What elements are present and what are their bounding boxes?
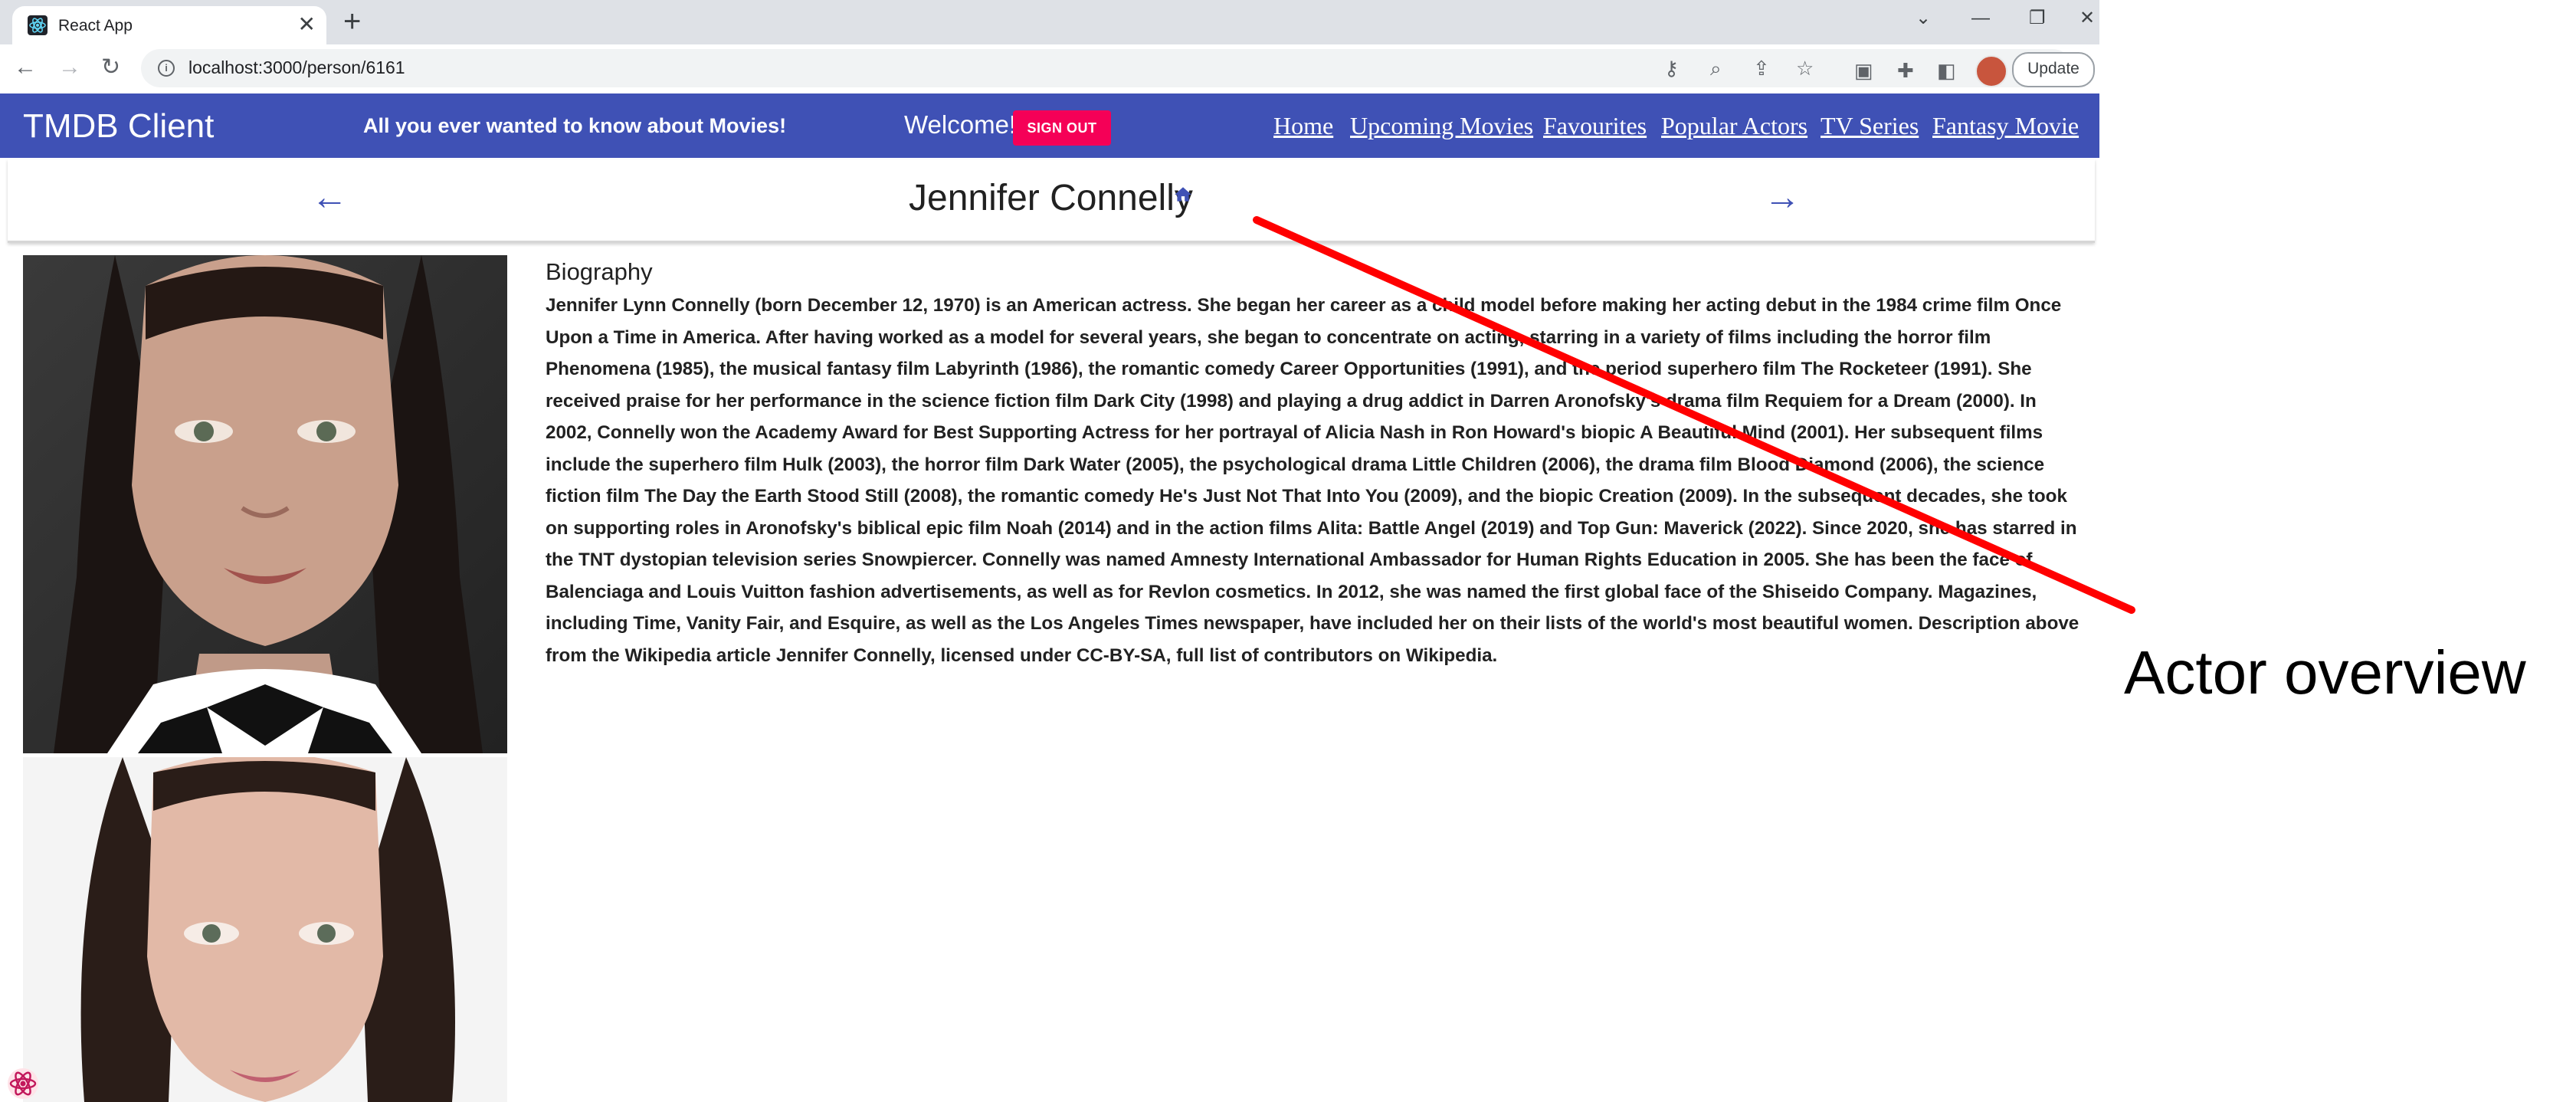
restore-button[interactable]: ❐ <box>2029 6 2046 31</box>
url-text[interactable]: localhost:3000/person/6161 <box>188 57 405 78</box>
sign-out-button[interactable]: SIGN OUT <box>1013 110 1111 146</box>
zoom-icon[interactable]: ⌕ <box>1710 57 1722 80</box>
nav-link-upcoming-movies[interactable]: Upcoming Movies <box>1350 112 1533 140</box>
tagline: All you ever wanted to know about Movies… <box>363 114 787 137</box>
biography-text: Jennifer Lynn Connelly (born December 12… <box>546 295 2079 666</box>
bookmark-star-icon[interactable]: ☆ <box>1796 57 1814 80</box>
tab-close-icon[interactable]: ✕ <box>298 13 316 36</box>
browser-tab[interactable]: React App ✕ <box>12 6 326 44</box>
annotation-label: Actor overview <box>2124 638 2526 707</box>
update-button[interactable]: Update <box>2012 52 2095 87</box>
previous-arrow-icon[interactable]: ← <box>311 176 348 219</box>
nav-link-popular-actors[interactable]: Popular Actors <box>1661 112 1807 140</box>
welcome-text: Welcome! <box>904 110 1017 139</box>
tab-title: React App <box>58 17 133 34</box>
next-arrow-icon[interactable]: → <box>1764 176 1801 219</box>
nav-link-tv-series[interactable]: TV Series <box>1821 112 1919 140</box>
address-bar[interactable]: i localhost:3000/person/6161 ⚷ ⌕ ⇪ ☆ <box>141 49 2072 87</box>
site-info-icon[interactable]: i <box>158 60 175 77</box>
minimize-button[interactable]: — <box>1971 6 1990 31</box>
extension-icon[interactable]: ▣ <box>1854 60 1873 81</box>
profile-avatar[interactable] <box>1975 55 2007 87</box>
forward-icon[interactable]: → <box>58 54 81 81</box>
close-window-button[interactable]: ✕ <box>2079 6 2095 31</box>
nav-link-favourites[interactable]: Favourites <box>1543 112 1647 140</box>
actor-secondary-image <box>23 757 507 1102</box>
person-header: ← Jennifer Connelly → <box>8 159 2095 243</box>
side-panel-icon[interactable]: ◧ <box>1937 60 1956 81</box>
app-header: TMDB Client All you ever wanted to know … <box>0 93 2099 158</box>
reload-icon[interactable]: ↻ <box>101 54 120 81</box>
browser-tab-strip: React App ✕ + ⌄ — ❐ ✕ <box>0 0 2099 44</box>
react-devtools-icon[interactable] <box>6 1067 40 1100</box>
react-favicon-icon <box>28 15 48 35</box>
browser-toolbar: ← → ↻ i localhost:3000/person/6161 ⚷ ⌕ ⇪… <box>0 44 2099 94</box>
tab-search-icon[interactable]: ⌄ <box>1916 6 1931 31</box>
share-icon[interactable]: ⇪ <box>1753 57 1770 80</box>
home-icon[interactable] <box>1173 185 1193 205</box>
new-tab-button[interactable]: + <box>343 3 361 40</box>
nav-link-fantasy-movie[interactable]: Fantasy Movie <box>1932 112 2079 140</box>
puzzle-icon[interactable]: ✚ <box>1897 60 1914 81</box>
back-icon[interactable]: ← <box>14 54 37 81</box>
key-icon[interactable]: ⚷ <box>1664 57 1679 80</box>
person-name: Jennifer Connelly <box>909 178 1193 218</box>
app-title: TMDB Client <box>23 107 215 145</box>
actor-portrait-image <box>23 255 507 753</box>
nav-link-home[interactable]: Home <box>1273 112 1333 140</box>
biography-heading: Biography <box>546 258 653 285</box>
